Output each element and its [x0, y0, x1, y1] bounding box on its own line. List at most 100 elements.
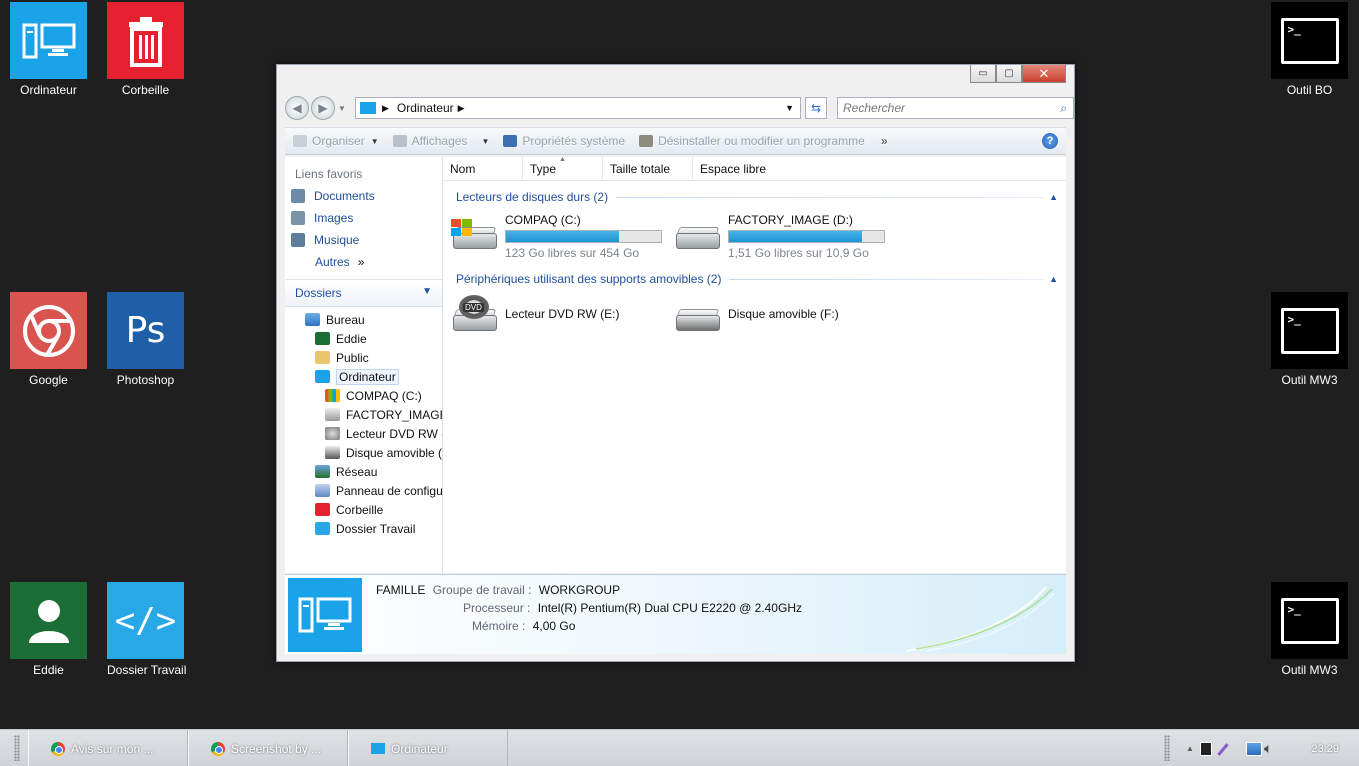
tree-item-corbeille[interactable]: Corbeille — [285, 500, 442, 519]
taskbar: Avis sur mon ... Screenshot by ... Ordin… — [0, 729, 1359, 766]
desktop-icon-outil-mw3-2[interactable]: >_ Outil MW3 — [1271, 582, 1348, 677]
tree-item-removable[interactable]: Disque amovible ( — [285, 443, 442, 462]
group-header-removable[interactable]: Périphériques utilisant des supports amo… — [443, 269, 1066, 289]
views-button[interactable]: Affichages ▼ — [392, 134, 489, 148]
address-dropdown-icon[interactable]: ▼ — [785, 103, 794, 113]
organize-icon — [293, 135, 307, 147]
group-header-hard-drives[interactable]: Lecteurs de disques durs (2) ▲ — [443, 187, 1066, 207]
decorative-swoosh — [906, 586, 1055, 652]
tree-item-panneau[interactable]: Panneau de configu — [285, 481, 442, 500]
drive-item-d[interactable]: FACTORY_IMAGE (D:) 1,51 Go libres sur 10… — [674, 209, 897, 260]
help-button[interactable]: ? — [1042, 133, 1058, 149]
drive-free-space: 1,51 Go libres sur 10,9 Go — [728, 246, 869, 260]
tree-item-compaq[interactable]: COMPAQ (C:) — [285, 386, 442, 405]
collapse-icon[interactable]: ▲ — [1049, 192, 1058, 202]
desktop-icon-ordinateur[interactable]: Ordinateur — [10, 2, 87, 97]
maximize-button[interactable]: ▢ — [996, 65, 1022, 83]
network-icon[interactable] — [1246, 741, 1262, 756]
taskbar-item-ordinateur[interactable]: Ordinateur — [348, 730, 508, 766]
favorite-link-documents[interactable]: Documents — [285, 189, 442, 203]
desktop-icon-google[interactable]: Google — [10, 292, 87, 387]
forward-button[interactable]: ▶ — [311, 96, 335, 120]
drive-item-f[interactable]: Disque amovible (F:) — [674, 291, 897, 339]
tree-item-label: Eddie — [336, 331, 367, 346]
desktop-icon-eddie[interactable]: Eddie — [10, 582, 87, 677]
search-placeholder: Rechercher — [843, 101, 906, 115]
notes-icon[interactable] — [1200, 741, 1212, 756]
favorite-link-musique[interactable]: Musique — [285, 233, 442, 247]
processor-label: Processeur : — [463, 601, 531, 615]
address-bar[interactable]: ▶ Ordinateur ▶ ▼ — [355, 97, 801, 119]
refresh-button[interactable]: ⇆ — [805, 97, 827, 119]
volume-icon[interactable]: 🔈︎ — [1264, 740, 1272, 757]
desktop-icon-label: Ordinateur — [20, 83, 77, 97]
column-headers: Nom Type ▲ Taille totale Espace libre — [443, 156, 1066, 181]
desktop-icon-outil-mw3[interactable]: >_ Outil MW3 — [1271, 292, 1348, 387]
network-icon — [315, 465, 330, 478]
drive-free-space: 123 Go libres sur 454 Go — [505, 246, 640, 260]
desktop-icon-dossier-travail[interactable]: </> Dossier Travail — [107, 582, 186, 677]
back-button[interactable]: ◀ — [285, 96, 309, 120]
favorite-label: Musique — [314, 233, 360, 247]
tree-item-factory-image[interactable]: FACTORY_IMAGE — [285, 405, 442, 424]
tree-item-bureau[interactable]: Bureau — [285, 310, 442, 329]
tree-item-reseau[interactable]: Réseau — [285, 462, 442, 481]
taskbar-item-chrome-2[interactable]: Screenshot by ... — [188, 730, 348, 766]
tree-item-public[interactable]: Public — [285, 348, 442, 367]
taskbar-grip[interactable] — [14, 735, 20, 761]
taskbar-item-chrome-1[interactable]: Avis sur mon ... — [28, 730, 188, 766]
system-tray: ▲ 🔈︎ 23:29 — [1164, 730, 1359, 766]
drive-item-e[interactable]: DVD Lecteur DVD RW (E:) — [451, 291, 674, 339]
task-label: Ordinateur — [391, 741, 448, 756]
column-header-type[interactable]: Type ▲ — [523, 156, 603, 180]
tray-expand-icon[interactable]: ▲ — [1186, 744, 1194, 753]
system-properties-icon — [503, 135, 518, 147]
tray-grip[interactable] — [1164, 735, 1170, 761]
windows-drive-icon — [325, 389, 340, 402]
column-header-nom[interactable]: Nom — [443, 157, 523, 180]
breadcrumb-arrow-icon[interactable]: ▶ — [382, 103, 389, 114]
group-title: Périphériques utilisant des supports amo… — [456, 272, 722, 286]
desktop-icon-photoshop[interactable]: Ps Photoshop — [107, 292, 184, 387]
computer-icon — [288, 578, 362, 652]
dvd-badge: DVD — [463, 303, 484, 312]
pen-icon[interactable] — [1217, 743, 1229, 756]
tree-item-label: FACTORY_IMAGE — [346, 407, 443, 422]
more-commands-button[interactable]: » — [881, 134, 888, 148]
desktop-icon-corbeille[interactable]: Corbeille — [107, 2, 184, 97]
uninstall-program-button[interactable]: Désinstaller ou modifier un programme — [639, 134, 865, 148]
tree-item-dossier-travail[interactable]: Dossier Travail — [285, 519, 442, 538]
uninstall-label: Désinstaller ou modifier un programme — [658, 134, 865, 148]
tree-item-label: Réseau — [336, 464, 378, 479]
clock[interactable]: 23:29 — [1311, 743, 1339, 755]
tree-item-ordinateur[interactable]: Ordinateur — [285, 367, 442, 386]
search-icon[interactable]: ⌕ — [1060, 101, 1067, 116]
search-input[interactable]: Rechercher ⌕ — [837, 97, 1074, 119]
close-button[interactable]: ✕ — [1022, 65, 1066, 83]
terminal-prompt: >_ — [1287, 22, 1301, 36]
terminal-prompt: >_ — [1287, 602, 1301, 616]
desktop-icon-outil-bo[interactable]: >_ Outil BO — [1271, 2, 1348, 97]
recent-pages-chevron-icon[interactable]: ▼ — [338, 104, 346, 113]
tree-item-dvd[interactable]: Lecteur DVD RW ( — [285, 424, 442, 443]
folders-header[interactable]: Dossiers ▼ — [285, 279, 442, 307]
drive-name: Disque amovible (F:) — [728, 307, 839, 321]
uninstall-icon — [639, 135, 654, 147]
address-location[interactable]: Ordinateur — [397, 101, 454, 115]
column-header-taille[interactable]: Taille totale — [603, 157, 693, 180]
favorite-link-images[interactable]: Images — [285, 211, 442, 225]
drive-item-c[interactable]: COMPAQ (C:) 123 Go libres sur 454 Go — [451, 209, 674, 260]
collapse-icon[interactable]: ▲ — [1049, 274, 1058, 284]
minimize-button[interactable]: ▭ — [970, 65, 996, 83]
column-header-espace[interactable]: Espace libre — [693, 157, 783, 180]
system-properties-button[interactable]: Propriétés système — [503, 134, 625, 148]
tree-item-eddie[interactable]: Eddie — [285, 329, 442, 348]
favorite-link-more[interactable]: Autres » — [285, 255, 442, 269]
chevron-down-icon: ▼ — [370, 136, 379, 146]
chrome-icon — [51, 741, 65, 756]
organize-button[interactable]: Organiser ▼ — [293, 134, 379, 148]
code-icon: </> — [107, 582, 184, 659]
breadcrumb-arrow-icon[interactable]: ▶ — [458, 103, 465, 114]
computer-name: FAMILLE — [376, 583, 426, 597]
processor-value: Intel(R) Pentium(R) Dual CPU E2220 @ 2.4… — [537, 601, 802, 615]
